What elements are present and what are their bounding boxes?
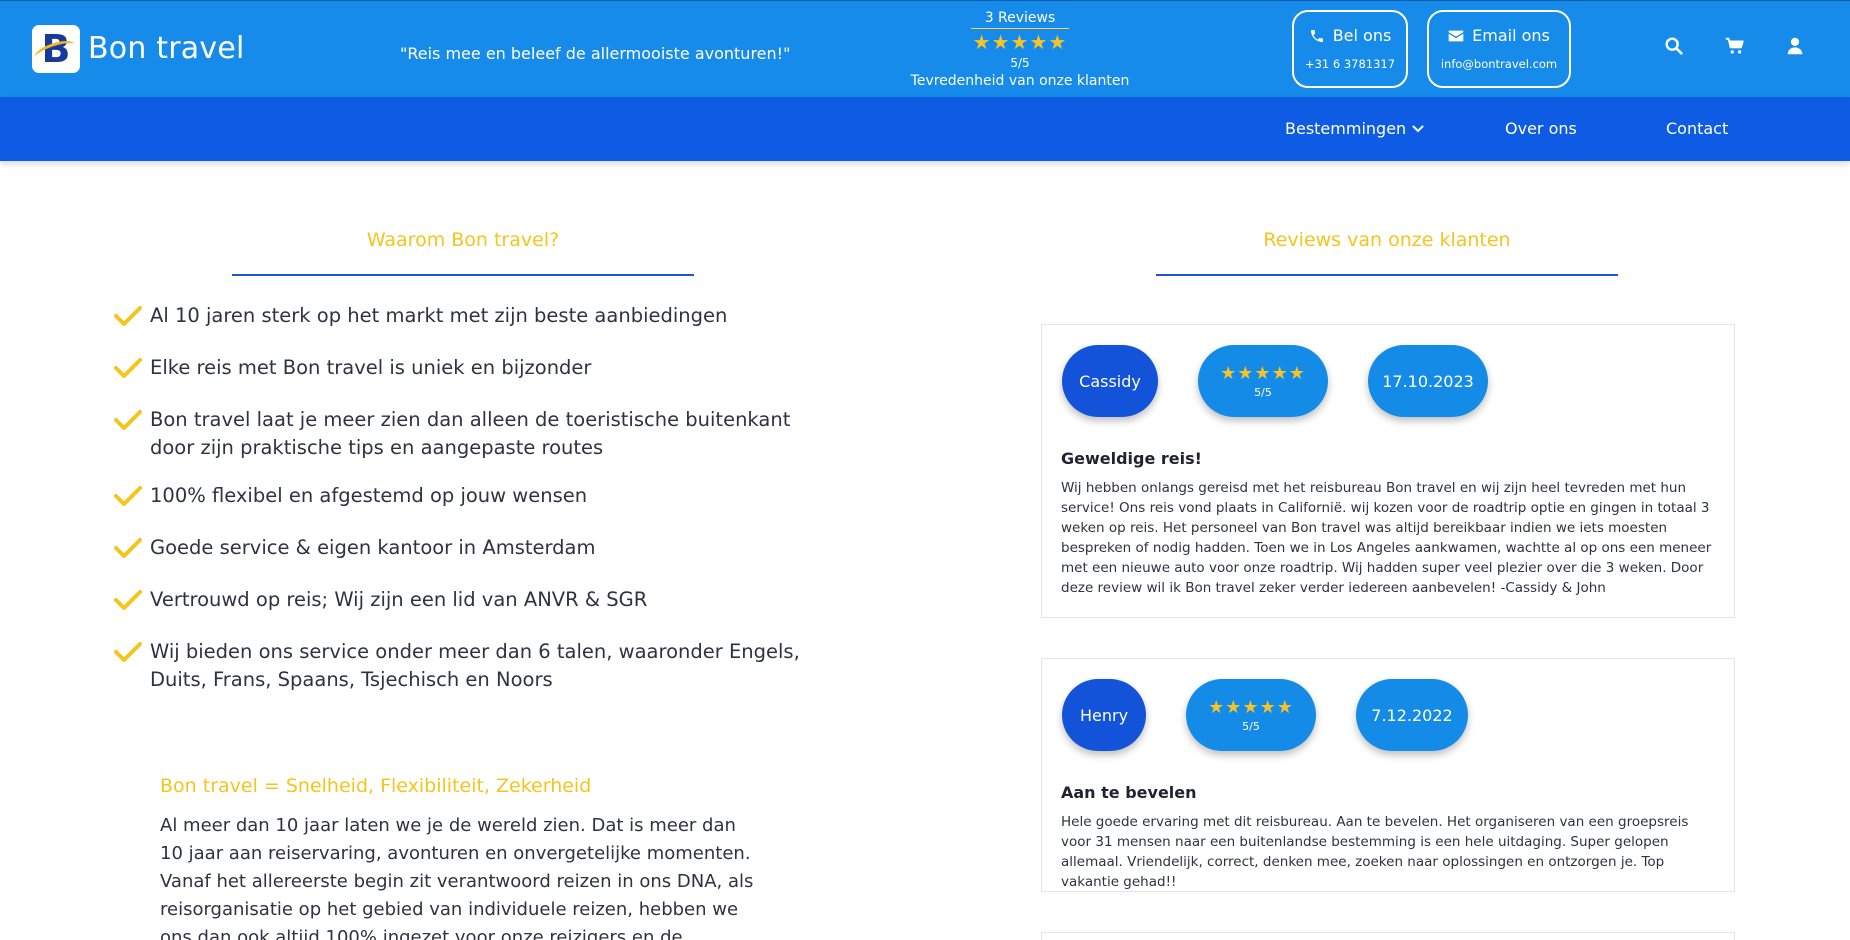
feature-text: Goede service & eigen kantoor in Amsterd… [150, 536, 596, 559]
check-icon [114, 410, 142, 430]
review-date: 17.10.2023 [1368, 345, 1488, 417]
check-icon [114, 486, 142, 506]
feature-list: Al 10 jaren sterk op het markt met zijn … [113, 302, 813, 694]
check-icon [114, 642, 142, 662]
review-date: 7.12.2022 [1356, 679, 1468, 751]
top-header: B Bon travel "Reis mee en beleef de alle… [0, 0, 1850, 97]
reviewer-name: Cassidy [1062, 345, 1158, 417]
cart-icon[interactable] [1724, 35, 1746, 57]
reviewer-name: Henry [1062, 679, 1146, 751]
reviews-tagline: Tevredenheid van onze klanten [910, 73, 1130, 89]
feature-item: Elke reis met Bon travel is uniek en bij… [113, 354, 813, 382]
rating-stars: ★★★★★ [1208, 696, 1294, 718]
chevron-down-icon [1412, 125, 1424, 132]
feature-text: Vertrouwd op reis; Wij zijn een lid van … [150, 588, 648, 611]
email-button[interactable]: Email ons info@bontravel.com [1427, 10, 1571, 88]
rating-score: 5/5 [1242, 719, 1260, 733]
feature-item: Vertrouwd op reis; Wij zijn een lid van … [113, 586, 813, 614]
why-title: Waarom Bon travel? [366, 229, 560, 251]
check-icon [114, 358, 142, 378]
user-icon[interactable] [1784, 35, 1806, 57]
nav-bestemmingen[interactable]: Bestemmingen [1285, 119, 1424, 138]
review-body: Hele goede ervaring met dit reisbureau. … [1061, 814, 1689, 890]
search-icon[interactable] [1663, 35, 1685, 57]
reviews-divider [1156, 274, 1618, 276]
call-button[interactable]: Bel ons +31 6 3781317 [1292, 10, 1408, 88]
reviews-summary[interactable]: 3 Reviews ★★★★★ 5/5 Tevredenheid van onz… [900, 7, 1140, 89]
feature-item: Wij bieden ons service onder meer dan 6 … [113, 638, 813, 694]
review-card [1041, 932, 1735, 940]
nav-label-bestemmingen: Bestemmingen [1285, 119, 1407, 138]
nav-label-over-ons: Over ons [1505, 119, 1577, 138]
feature-item: Al 10 jaren sterk op het markt met zijn … [113, 302, 813, 330]
feature-text: Wij bieden ons service onder meer dan 6 … [150, 640, 800, 691]
reviews-score: 5/5 [1010, 56, 1030, 70]
email-address: info@bontravel.com [1440, 57, 1558, 71]
feature-item: 100% flexibel en afgestemd op jouw wense… [113, 482, 813, 510]
reviews-title: Reviews van onze klanten [1263, 229, 1511, 251]
brand-logo[interactable]: B [32, 25, 80, 73]
envelope-icon [1448, 30, 1464, 41]
review-body: Wij hebben onlangs gereisd met het reisb… [1061, 480, 1712, 596]
check-icon [114, 590, 142, 610]
review-rating: ★★★★★ 5/5 [1186, 679, 1316, 751]
nav-over-ons[interactable]: Over ons [1505, 119, 1577, 138]
brand-name[interactable]: Bon travel [88, 31, 245, 66]
rating-score: 5/5 [1254, 385, 1272, 399]
review-card: Henry ★★★★★ 5/5 7.12.2022 Aan te bevelen… [1041, 658, 1735, 892]
feature-text: Bon travel laat je meer zien dan alleen … [150, 408, 791, 459]
rating-stars: ★★★★★ [1220, 362, 1306, 384]
feature-text: Elke reis met Bon travel is uniek en bij… [150, 356, 592, 379]
check-icon [114, 538, 142, 558]
nav-label-contact: Contact [1666, 119, 1729, 138]
check-icon [114, 306, 142, 326]
review-title: Geweldige reis! [1061, 449, 1202, 468]
reviews-stars: ★★★★★ [972, 30, 1068, 54]
call-label: Bel ons [1332, 26, 1392, 45]
feature-text: Al 10 jaren sterk op het markt met zijn … [150, 304, 728, 327]
usp-text: Al meer dan 10 jaar laten we je de werel… [160, 815, 754, 940]
review-card: Cassidy ★★★★★ 5/5 17.10.2023 Geweldige r… [1041, 324, 1735, 618]
email-label: Email ons [1472, 26, 1550, 45]
main-nav: Bestemmingen Over ons Contact [0, 97, 1850, 161]
nav-contact[interactable]: Contact [1666, 119, 1728, 138]
feature-item: Goede service & eigen kantoor in Amsterd… [113, 534, 813, 562]
review-title: Aan te bevelen [1061, 783, 1197, 802]
header-slogan: "Reis mee en beleef de allermooiste avon… [400, 44, 791, 63]
phone-icon [1310, 29, 1323, 42]
feature-text: 100% flexibel en afgestemd op jouw wense… [150, 484, 588, 507]
review-rating: ★★★★★ 5/5 [1198, 345, 1328, 417]
feature-item: Bon travel laat je meer zien dan alleen … [113, 406, 813, 462]
why-divider [232, 274, 694, 276]
reviews-count[interactable]: 3 Reviews [970, 10, 1070, 29]
usp-title: Bon travel = Snelheid, Flexibiliteit, Ze… [160, 775, 592, 797]
call-number: +31 6 3781317 [1304, 57, 1396, 71]
